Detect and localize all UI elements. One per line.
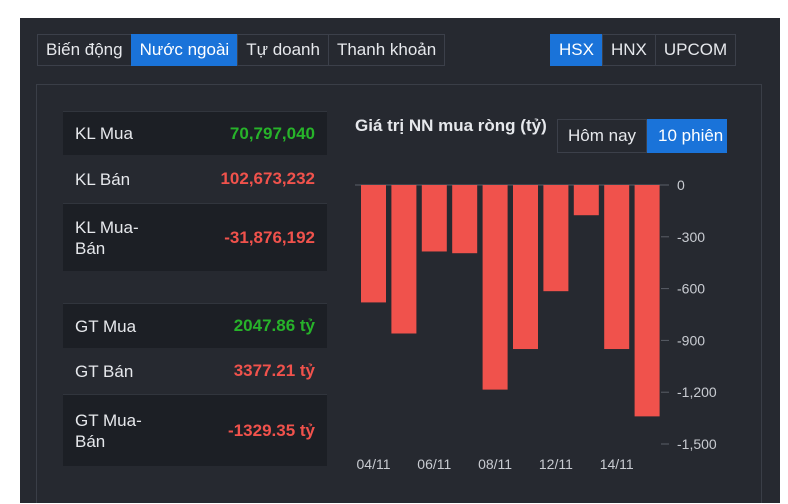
content-panel: KL Mua 70,797,040 KL Bán 102,673,232 KL … <box>36 84 762 503</box>
net-buy-bar-chart: 0 -300 -600 -900 -1,200 -1,500 04/11 06/11 08/11… <box>355 177 717 472</box>
x-tick-label: 14/11 <box>600 456 634 472</box>
y-tick-label: -900 <box>677 332 705 348</box>
bar[interactable] <box>452 185 478 254</box>
tab-tu-doanh[interactable]: Tự doanh <box>237 34 329 66</box>
bar[interactable] <box>361 185 386 303</box>
bar[interactable] <box>482 185 508 390</box>
y-tick-label: -1,500 <box>677 436 717 452</box>
x-tick-label: 12/11 <box>539 456 573 472</box>
foreign-trading-widget: Biến động Nước ngoài Tự doanh Thanh khoả… <box>20 18 780 503</box>
tab-thanh-khoan[interactable]: Thanh khoản <box>327 34 446 66</box>
bar[interactable] <box>543 185 569 292</box>
y-tick-label: 0 <box>677 177 685 193</box>
x-tick-label: 08/11 <box>478 456 512 472</box>
exchange-tabs: HSX HNX UPCOM <box>550 34 737 66</box>
tab-bien-dong[interactable]: Biến động <box>37 34 132 66</box>
y-tick-label: -600 <box>677 281 705 297</box>
bar[interactable] <box>573 185 599 216</box>
bar[interactable] <box>604 185 630 350</box>
x-tick-label: 06/11 <box>417 456 451 472</box>
tab-hsx[interactable]: HSX <box>550 34 603 66</box>
bar[interactable] <box>513 185 538 350</box>
bar[interactable] <box>634 185 660 417</box>
tab-upcom[interactable]: UPCOM <box>654 34 737 66</box>
tab-nuoc-ngoai[interactable]: Nước ngoài <box>130 34 239 66</box>
x-tick-label: 04/11 <box>357 456 391 472</box>
category-tabs: Biến động Nước ngoài Tự doanh Thanh khoả… <box>37 34 446 66</box>
y-tick-label: -300 <box>677 229 705 245</box>
bar[interactable] <box>421 185 447 252</box>
y-tick-label: -1,200 <box>677 384 717 400</box>
bar[interactable] <box>391 185 417 334</box>
tab-hnx[interactable]: HNX <box>601 34 656 66</box>
